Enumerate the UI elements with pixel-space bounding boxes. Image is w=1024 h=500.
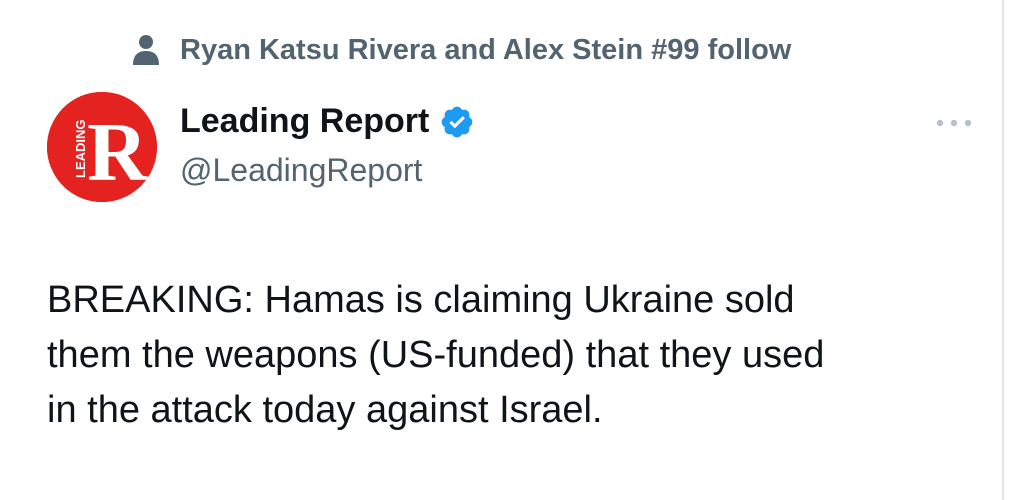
avatar[interactable]: R LEADING (47, 92, 157, 202)
avatar-letter: R (87, 106, 149, 199)
social-context-text: Ryan Katsu Rivera and Alex Stein #99 fol… (180, 33, 792, 66)
author-handle[interactable]: @LeadingReport (180, 152, 422, 189)
more-options-button[interactable] (932, 110, 976, 138)
author-name-row[interactable]: Leading Report (180, 102, 475, 141)
tweet-text: BREAKING: Hamas is claiming Ukraine sold… (47, 279, 825, 431)
avatar-wordmark: LEADING (73, 120, 88, 179)
column-divider (1002, 0, 1004, 500)
person-icon (132, 34, 160, 66)
verified-badge-icon[interactable] (439, 104, 475, 140)
more-horizontal-icon (934, 115, 974, 133)
tweet-card[interactable]: Ryan Katsu Rivera and Alex Stein #99 fol… (0, 0, 1024, 500)
social-context[interactable]: Ryan Katsu Rivera and Alex Stein #99 fol… (132, 30, 791, 70)
author-display-name[interactable]: Leading Report (180, 102, 429, 141)
